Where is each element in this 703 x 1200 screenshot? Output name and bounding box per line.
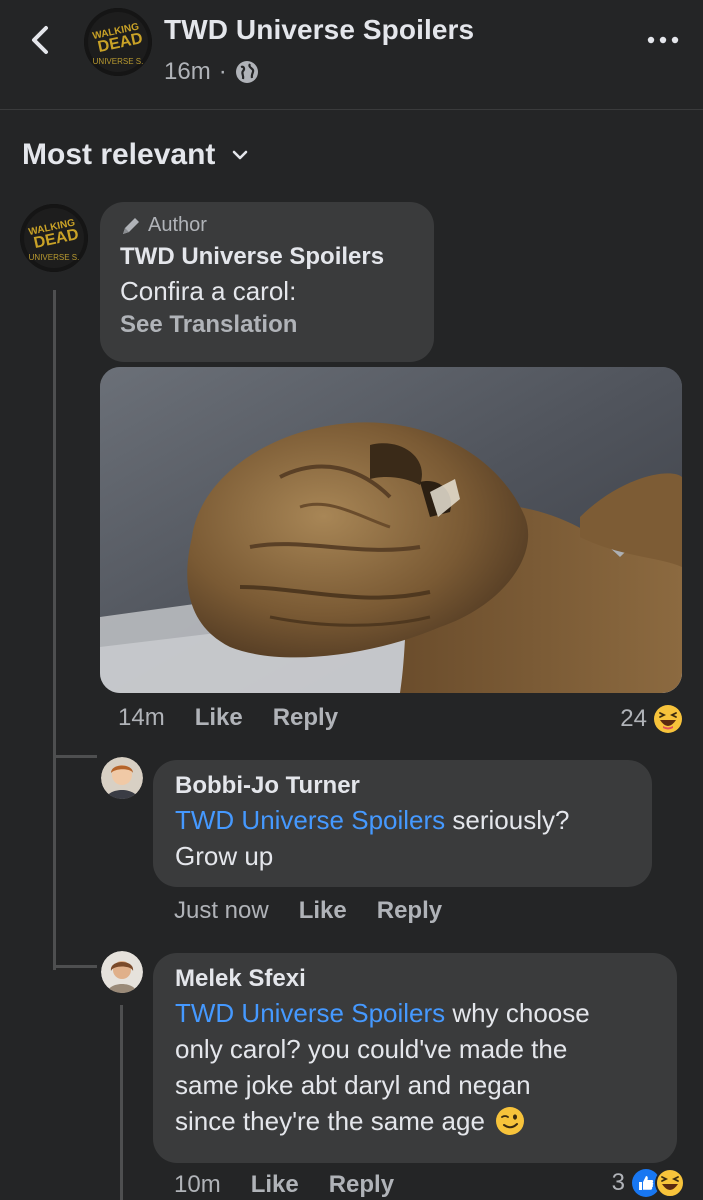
- comment-photo[interactable]: [100, 367, 682, 693]
- meta-separator: ·: [218, 58, 227, 85]
- sort-dropdown[interactable]: Most relevant: [22, 138, 249, 172]
- comment-text-part: since they're the same age: [175, 1106, 485, 1136]
- reply-button[interactable]: Reply: [377, 897, 442, 925]
- author-badge: Author: [120, 214, 414, 237]
- thread-line: [53, 290, 56, 970]
- thread-connector: [53, 755, 97, 758]
- pencil-icon: [123, 217, 139, 234]
- comment-text: TWD Universe Spoilers seriously?: [175, 802, 630, 838]
- comment-text-line: since they're the same age: [175, 1103, 655, 1139]
- comment-text-line: only carol? you could've made the: [175, 1034, 568, 1064]
- comment-actions: 10m Like Reply: [174, 1171, 424, 1199]
- comment-bubble: Bobbi-Jo Turner TWD Universe Spoilers se…: [153, 760, 652, 887]
- reaction-count: 3: [611, 1169, 625, 1196]
- reply-thread-line: [120, 1005, 123, 1200]
- haha-emoji-icon: [655, 1168, 685, 1198]
- comment-time: 14m: [118, 704, 165, 731]
- commenter-avatar[interactable]: [101, 951, 143, 993]
- comment-bubble: Melek Sfexi TWD Universe Spoilers why ch…: [153, 953, 677, 1163]
- comment-bubble: Author TWD Universe Spoilers Confira a c…: [100, 202, 434, 362]
- chevron-down-icon: [233, 150, 248, 160]
- comment-text-line: same joke abt daryl and negan: [175, 1070, 531, 1100]
- reaction-summary[interactable]: 3: [612, 1168, 685, 1198]
- comment-text: TWD Universe Spoilers why choose: [175, 995, 655, 1031]
- comment-actions: Just now Like Reply: [174, 897, 472, 925]
- sort-label: Most relevant: [22, 138, 216, 171]
- mention-link[interactable]: TWD Universe Spoilers: [175, 805, 445, 835]
- commenter-name[interactable]: TWD Universe Spoilers: [120, 243, 414, 271]
- commenter-name[interactable]: Bobbi-Jo Turner: [175, 772, 630, 800]
- comment-time: 10m: [174, 1171, 221, 1198]
- thread-connector: [53, 965, 97, 968]
- back-arrow-icon[interactable]: [22, 22, 58, 58]
- reaction-count: 24: [620, 705, 647, 732]
- svg-text:UNIVERSE S.: UNIVERSE S.: [93, 57, 144, 66]
- mention-link[interactable]: TWD Universe Spoilers: [175, 998, 445, 1028]
- page-title[interactable]: TWD Universe Spoilers: [164, 14, 474, 46]
- comment-text-part: why choose: [445, 998, 590, 1028]
- globe-icon: [235, 61, 258, 83]
- page-avatar[interactable]: WALKING DEAD UNIVERSE S.: [84, 8, 152, 76]
- reply-button[interactable]: Reply: [273, 704, 338, 732]
- see-translation-link[interactable]: See Translation: [120, 311, 414, 339]
- svg-text:UNIVERSE S.: UNIVERSE S.: [29, 253, 80, 262]
- wink-emoji-icon: [495, 1107, 524, 1135]
- top-bar: WALKING DEAD UNIVERSE S. TWD Universe Sp…: [0, 0, 703, 110]
- like-button[interactable]: Like: [195, 704, 243, 732]
- comment-text-part: seriously?: [445, 805, 570, 835]
- comment-text: Confira a carol:: [120, 276, 297, 306]
- reaction-summary[interactable]: 24: [620, 704, 683, 734]
- author-avatar[interactable]: WALKING DEAD UNIVERSE S.: [20, 204, 88, 272]
- post-time: 16m: [164, 58, 211, 85]
- comment-time: Just now: [174, 897, 269, 924]
- commenter-avatar[interactable]: [101, 757, 143, 799]
- like-button[interactable]: Like: [299, 897, 347, 925]
- reply-button[interactable]: Reply: [329, 1171, 394, 1199]
- post-meta: 16m ·: [164, 58, 259, 86]
- commenter-name[interactable]: Melek Sfexi: [175, 965, 655, 993]
- like-button[interactable]: Like: [251, 1171, 299, 1199]
- comment-actions: 14m Like Reply: [118, 704, 368, 732]
- haha-emoji-icon: [654, 705, 682, 733]
- author-tag-label: Author: [148, 214, 207, 236]
- more-options-icon[interactable]: [647, 32, 679, 48]
- comment-text-line: Grow up: [175, 841, 274, 871]
